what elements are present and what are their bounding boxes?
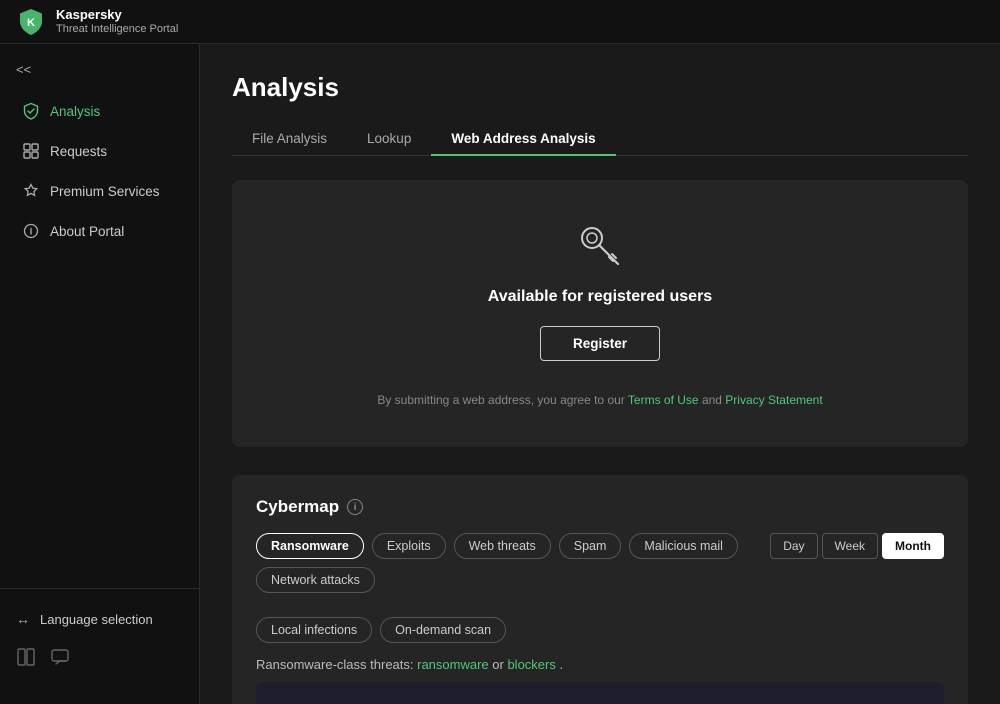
blockers-link[interactable]: blockers bbox=[507, 657, 555, 672]
main-content: Analysis File Analysis Lookup Web Addres… bbox=[200, 44, 1000, 704]
sidebar-bottom: ↔ Language selection bbox=[0, 588, 199, 692]
kaspersky-logo-icon: K bbox=[16, 7, 46, 37]
info-icon bbox=[22, 222, 40, 240]
topbar: K Kaspersky Threat Intelligence Portal bbox=[0, 0, 1000, 44]
sidebar: << Analysis Requests bbox=[0, 44, 200, 704]
logo: K Kaspersky Threat Intelligence Portal bbox=[16, 7, 178, 37]
sidebar-premium-label: Premium Services bbox=[50, 184, 160, 199]
register-button[interactable]: Register bbox=[540, 326, 660, 361]
language-label: Language selection bbox=[40, 612, 153, 627]
sidebar-item-analysis[interactable]: Analysis bbox=[6, 92, 193, 130]
filter-row-primary: Ransomware Exploits Web threats Spam Mal… bbox=[256, 533, 770, 593]
sidebar-collapse-button[interactable]: << bbox=[0, 56, 199, 91]
svg-text:K: K bbox=[27, 17, 35, 29]
cybermap-info-icon[interactable]: i bbox=[347, 499, 363, 515]
privacy-link[interactable]: Privacy Statement bbox=[725, 393, 822, 407]
sidebar-about-label: About Portal bbox=[50, 224, 124, 239]
chat-icon[interactable] bbox=[50, 647, 70, 670]
grid-icon bbox=[22, 142, 40, 160]
page-title: Analysis bbox=[232, 72, 968, 103]
ransomware-link[interactable]: ransomware bbox=[417, 657, 489, 672]
layout-icon[interactable] bbox=[16, 647, 36, 670]
filter-on-demand-scan[interactable]: On-demand scan bbox=[380, 617, 506, 643]
key-icon bbox=[256, 220, 944, 272]
map-preview: Canada bbox=[256, 682, 944, 704]
sidebar-item-premium[interactable]: Premium Services bbox=[6, 172, 193, 210]
tab-web-address-analysis[interactable]: Web Address Analysis bbox=[431, 123, 615, 156]
sidebar-footer-icons bbox=[0, 637, 199, 680]
tabs: File Analysis Lookup Web Address Analysi… bbox=[232, 123, 968, 156]
filter-group: Ransomware Exploits Web threats Spam Mal… bbox=[256, 533, 944, 605]
sidebar-item-requests[interactable]: Requests bbox=[6, 132, 193, 170]
language-arrows-icon: ↔ bbox=[16, 611, 30, 627]
filter-network-attacks[interactable]: Network attacks bbox=[256, 567, 375, 593]
tab-lookup[interactable]: Lookup bbox=[347, 123, 431, 156]
time-month[interactable]: Month bbox=[882, 533, 944, 559]
filter-spam[interactable]: Spam bbox=[559, 533, 622, 559]
time-week[interactable]: Week bbox=[822, 533, 878, 559]
card-title: Available for registered users bbox=[256, 288, 944, 306]
filter-exploits[interactable]: Exploits bbox=[372, 533, 446, 559]
sidebar-analysis-label: Analysis bbox=[50, 104, 100, 119]
cybermap-title: Cybermap i bbox=[256, 497, 944, 517]
shield-icon bbox=[22, 102, 40, 120]
terms-link[interactable]: Terms of Use bbox=[628, 393, 699, 407]
filter-web-threats[interactable]: Web threats bbox=[454, 533, 551, 559]
language-selection[interactable]: ↔ Language selection bbox=[0, 601, 199, 637]
card-note: By submitting a web address, you agree t… bbox=[256, 393, 944, 407]
second-filter-row: Local infections On-demand scan bbox=[256, 617, 944, 643]
cybermap-section: Cybermap i Ransomware Exploits Web threa… bbox=[232, 475, 968, 704]
time-day[interactable]: Day bbox=[770, 533, 817, 559]
star-icon bbox=[22, 182, 40, 200]
sidebar-item-about[interactable]: About Portal bbox=[6, 212, 193, 250]
topbar-text: Kaspersky Threat Intelligence Portal bbox=[56, 7, 178, 36]
threats-text: Ransomware-class threats: ransomware or … bbox=[256, 657, 944, 672]
company-name: Kaspersky bbox=[56, 7, 178, 23]
product-name: Threat Intelligence Portal bbox=[56, 23, 178, 36]
registration-card: Available for registered users Register … bbox=[232, 180, 968, 447]
filter-ransomware[interactable]: Ransomware bbox=[256, 533, 364, 559]
sidebar-requests-label: Requests bbox=[50, 144, 107, 159]
tab-file-analysis[interactable]: File Analysis bbox=[232, 123, 347, 156]
filter-malicious-mail[interactable]: Malicious mail bbox=[629, 533, 738, 559]
filter-local-infections[interactable]: Local infections bbox=[256, 617, 372, 643]
time-row: Day Week Month bbox=[770, 533, 944, 559]
